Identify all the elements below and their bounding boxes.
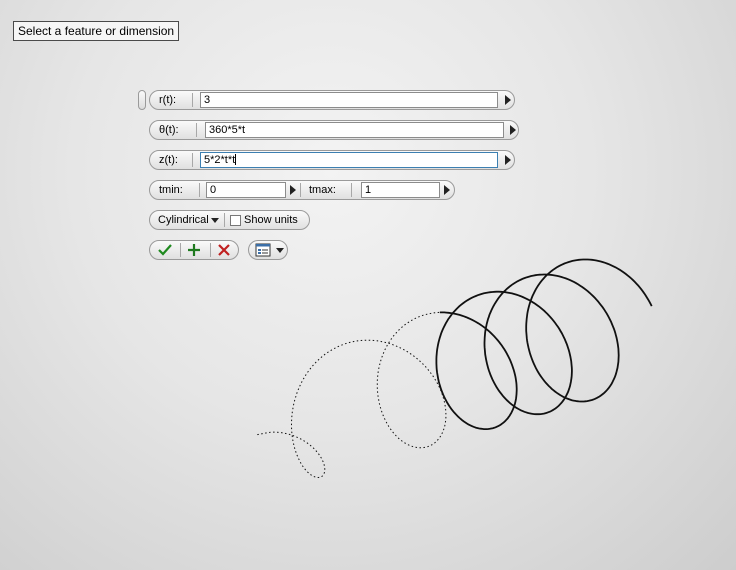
tmax-input[interactable]: 1 [361,182,440,198]
helix-solid-segment [435,258,653,430]
checkmark-icon [158,244,172,256]
separator [196,123,197,137]
separator [180,243,181,257]
theta-equation-flyout-arrow-icon[interactable] [510,125,516,135]
z-equation-flyout-arrow-icon[interactable] [505,155,511,165]
dialog-options-dropdown[interactable] [248,240,288,260]
separator [192,153,193,167]
tmax-label: tmax: [309,184,336,196]
r-equation-label: r(t): [159,94,177,106]
separator [300,183,301,197]
z-equation-text: 5*2*t*t [204,154,236,166]
dialog-options-icon [255,243,271,257]
r-equation-flyout-arrow-icon[interactable] [505,95,511,105]
tmax-flyout-arrow-icon[interactable] [444,185,450,195]
ok-button[interactable] [156,241,176,259]
theta-equation-row: θ(t): 360*5*t [149,120,519,140]
z-equation-input[interactable]: 5*2*t*t [200,152,498,168]
z-equation-row: z(t): 5*2*t*t [149,150,515,170]
chevron-down-icon[interactable] [211,218,219,223]
action-buttons-group [149,240,239,260]
tmin-input[interactable]: 0 [206,182,286,198]
text-cursor [235,154,237,165]
r-equation-row: r(t): 3 [149,90,515,110]
helix-dotted-segment [257,311,447,478]
z-equation-label: z(t): [159,154,178,166]
theta-equation-input[interactable]: 360*5*t [205,122,504,138]
plus-icon [188,244,200,256]
show-units-label[interactable]: Show units [244,211,298,229]
r-equation-input[interactable]: 3 [200,92,498,108]
tmin-label: tmin: [159,184,183,196]
theta-equation-label: θ(t): [159,124,179,136]
separator [210,243,211,257]
separator [351,183,352,197]
t-range-row: tmin: 0 tmax: 1 [149,180,455,200]
separator [224,213,225,227]
show-units-checkbox[interactable] [230,215,241,226]
options-row: Cylindrical Show units [149,210,310,230]
apply-button[interactable] [185,241,205,259]
separator [192,93,193,107]
cancel-button[interactable] [215,241,235,259]
graphics-viewport[interactable] [0,0,736,570]
separator [199,183,200,197]
chevron-down-icon [276,248,284,253]
dialog-grip-handle[interactable] [138,90,146,110]
tmin-flyout-arrow-icon[interactable] [290,185,296,195]
helix-curve-preview [257,258,653,478]
x-icon [218,244,230,256]
coordinate-system-dropdown[interactable]: Cylindrical [158,211,209,229]
